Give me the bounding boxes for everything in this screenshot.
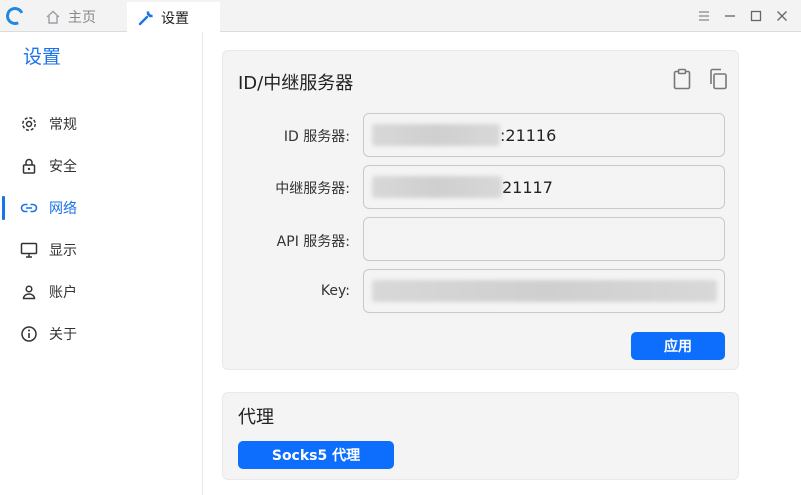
sidebar-item-label: 显示 xyxy=(49,243,77,259)
socks5-proxy-button[interactable]: Socks5 代理 xyxy=(238,441,394,469)
sidebar-item-label: 常规 xyxy=(49,117,77,133)
redacted-value xyxy=(372,280,717,302)
tab-home-label: 主页 xyxy=(68,10,96,26)
sidebar: 设置 常规 安全 网络 显示 账户 关于 xyxy=(0,32,203,495)
minimize-icon[interactable] xyxy=(717,4,743,28)
server-card: ID/中继服务器 ID 服务器: :21116 中继服务器: 21117 API… xyxy=(222,50,739,370)
copy-icon[interactable] xyxy=(706,67,730,91)
menu-icon[interactable] xyxy=(691,4,717,28)
sidebar-item-label: 关于 xyxy=(49,327,77,343)
redacted-value xyxy=(372,124,500,146)
sidebar-item-security[interactable]: 安全 xyxy=(0,148,203,184)
wrench-icon xyxy=(137,9,155,27)
main-content: ID/中继服务器 ID 服务器: :21116 中继服务器: 21117 API… xyxy=(204,32,801,495)
api-server-label: API 服务器: xyxy=(276,234,350,250)
id-server-label: ID 服务器: xyxy=(283,129,350,145)
key-label: Key: xyxy=(320,283,350,299)
person-icon xyxy=(20,283,38,301)
maximize-icon[interactable] xyxy=(743,4,769,28)
proxy-card-title: 代理 xyxy=(238,407,274,428)
key-field[interactable] xyxy=(363,269,725,313)
sidebar-item-label: 网络 xyxy=(49,201,77,217)
api-server-field[interactable] xyxy=(363,217,725,261)
server-card-tools xyxy=(670,67,730,91)
lock-icon xyxy=(20,157,38,175)
sidebar-item-label: 安全 xyxy=(49,159,77,175)
home-icon xyxy=(44,8,62,26)
apply-button[interactable]: 应用 xyxy=(631,332,725,360)
link-icon xyxy=(20,199,38,217)
sidebar-item-network[interactable]: 网络 xyxy=(0,190,203,226)
id-server-value: :21116 xyxy=(500,125,557,145)
close-icon[interactable] xyxy=(769,4,795,28)
monitor-icon xyxy=(20,241,38,259)
id-server-field[interactable]: :21116 xyxy=(363,113,725,157)
relay-server-field[interactable]: 21117 xyxy=(363,165,725,209)
gear-icon xyxy=(20,115,38,133)
relay-server-label: 中继服务器: xyxy=(275,181,350,197)
window-controls xyxy=(691,4,795,28)
sidebar-item-about[interactable]: 关于 xyxy=(0,316,203,352)
tab-settings-label: 设置 xyxy=(161,11,189,27)
sidebar-item-display[interactable]: 显示 xyxy=(0,232,203,268)
redacted-value xyxy=(372,176,502,198)
proxy-card: 代理 Socks5 代理 xyxy=(222,392,739,480)
title-bar: 主页 设置 xyxy=(0,0,801,32)
tab-settings[interactable]: 设置 xyxy=(127,2,220,32)
sidebar-title: 设置 xyxy=(23,46,62,68)
relay-server-value: 21117 xyxy=(502,177,553,197)
tab-home[interactable]: 主页 xyxy=(36,2,124,32)
app-logo-icon xyxy=(3,4,27,28)
sidebar-item-account[interactable]: 账户 xyxy=(0,274,203,310)
server-card-title: ID/中继服务器 xyxy=(238,73,354,94)
sidebar-item-label: 账户 xyxy=(49,285,77,301)
sidebar-item-general[interactable]: 常规 xyxy=(0,106,203,142)
info-icon xyxy=(20,325,38,343)
clipboard-icon[interactable] xyxy=(670,67,694,91)
